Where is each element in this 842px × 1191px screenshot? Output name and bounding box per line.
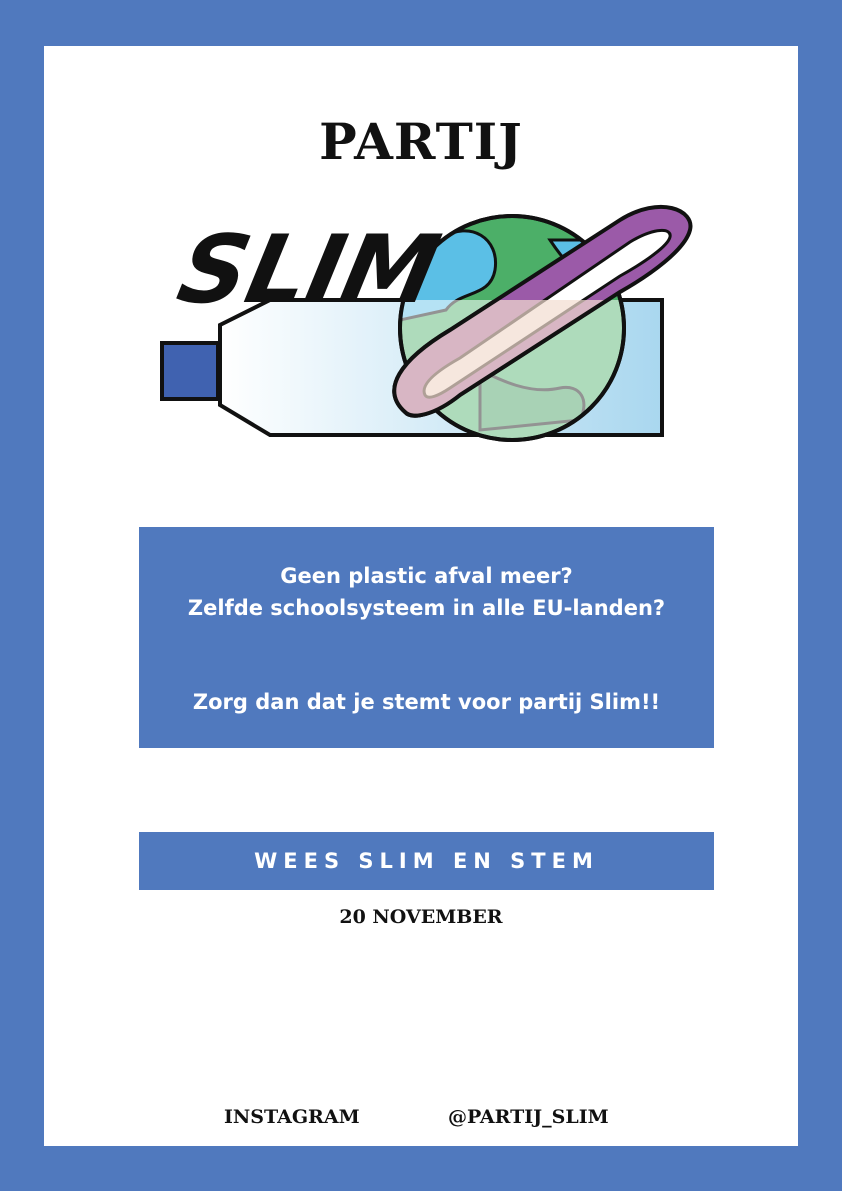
party-logo: SLIM [160, 204, 693, 442]
info-box: Geen plastic afval meer? Zelfde schoolsy… [139, 527, 714, 748]
call-to-action: Zorg dan dat je stemt voor partij Slim!! [192, 690, 661, 714]
instagram-handle: @PARTIJ_SLIM [448, 1106, 609, 1128]
question-plastic: Geen plastic afval meer? [280, 564, 573, 588]
instagram-label: INSTAGRAM [224, 1106, 360, 1128]
poster-title: PARTIJ [319, 112, 523, 171]
bottle-cap [160, 341, 220, 401]
slogan-banner: WEES SLIM EN STEM [139, 832, 714, 890]
election-date: 20 NOVEMBER [339, 906, 503, 928]
logo-wordmark: SLIM [169, 216, 448, 325]
question-school-system: Zelfde schoolsysteem in alle EU-landen? [187, 596, 666, 620]
